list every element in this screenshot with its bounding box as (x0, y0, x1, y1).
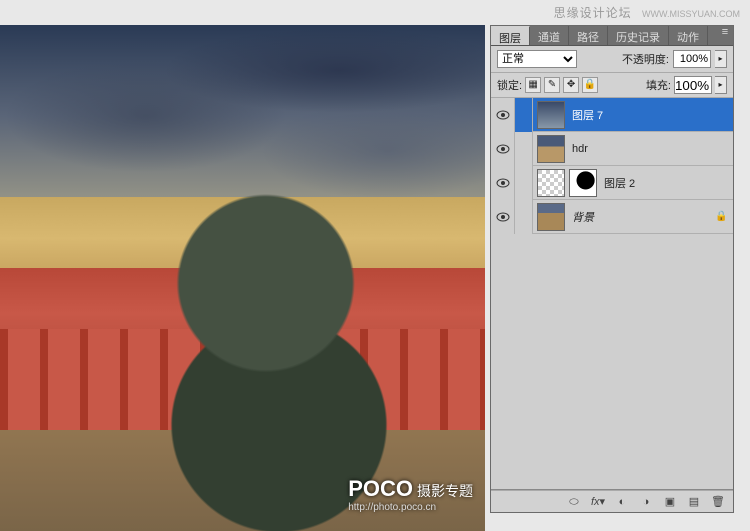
poco-watermark: POCO摄影专题 http://photo.poco.cn (348, 476, 473, 513)
link-layers-icon[interactable]: ⬭ (563, 493, 585, 511)
layer-thumbnail[interactable] (537, 203, 565, 231)
eye-icon (496, 144, 510, 154)
blend-opacity-row: 正常 不透明度: ▸ (491, 46, 733, 73)
layer-thumbnail[interactable] (537, 135, 565, 163)
layers-panel: 图层 通道 路径 历史记录 动作 ≡ 正常 不透明度: ▸ 锁定: ▦ ✎ ✥ … (490, 25, 734, 513)
visibility-toggle[interactable] (491, 166, 515, 200)
blend-mode-select[interactable]: 正常 (497, 50, 577, 68)
tab-channels[interactable]: 通道 (530, 26, 569, 45)
group-icon[interactable]: ▣ (659, 493, 681, 511)
layer-mask-thumbnail[interactable] (569, 169, 597, 197)
layer-name[interactable]: 图层 2 (601, 175, 727, 191)
lock-fill-row: 锁定: ▦ ✎ ✥ 🔒 填充: ▸ (491, 73, 733, 98)
eye-icon (496, 110, 510, 120)
link-cell[interactable] (515, 166, 533, 200)
visibility-toggle[interactable] (491, 200, 515, 234)
layer-name[interactable]: 图层 7 (569, 107, 727, 123)
fill-stepper[interactable]: ▸ (715, 76, 727, 94)
lock-transparent-icon[interactable]: ▦ (525, 77, 541, 93)
opacity-stepper[interactable]: ▸ (715, 50, 727, 68)
layer-row[interactable]: 背景 🔒 (491, 200, 733, 234)
lock-pixels-icon[interactable]: ✎ (544, 77, 560, 93)
lock-all-icon[interactable]: 🔒 (582, 77, 598, 93)
layer-thumbnail[interactable] (537, 169, 565, 197)
link-cell[interactable] (515, 98, 533, 132)
opacity-input[interactable] (673, 50, 711, 68)
document-canvas[interactable]: POCO摄影专题 http://photo.poco.cn (0, 25, 485, 531)
site-watermark: 思缘设计论坛 WWW.MISSYUAN.COM (554, 4, 740, 21)
panel-menu-icon[interactable]: ≡ (717, 26, 733, 45)
panel-footer: ⬭ fx▾ ◐ ◑ ▣ ▤ 🗑 (491, 490, 733, 512)
link-cell[interactable] (515, 132, 533, 166)
new-layer-icon[interactable]: ▤ (683, 493, 705, 511)
layer-name[interactable]: 背景 (569, 209, 715, 225)
visibility-toggle[interactable] (491, 98, 515, 132)
add-mask-icon[interactable]: ◐ (611, 493, 633, 511)
eye-icon (496, 178, 510, 188)
adjustment-layer-icon[interactable]: ◑ (635, 493, 657, 511)
fx-icon[interactable]: fx▾ (587, 493, 609, 511)
lock-position-icon[interactable]: ✥ (563, 77, 579, 93)
lock-label: 锁定: (497, 77, 522, 93)
eye-icon (496, 212, 510, 222)
layer-row[interactable]: 图层 7 (491, 98, 733, 132)
layer-row[interactable]: 图层 2 (491, 166, 733, 200)
tab-actions[interactable]: 动作 (669, 26, 708, 45)
lock-icon: 🔒 (715, 211, 727, 222)
visibility-toggle[interactable] (491, 132, 515, 166)
fill-label: 填充: (646, 77, 671, 93)
opacity-label: 不透明度: (622, 51, 669, 67)
tab-history[interactable]: 历史记录 (608, 26, 669, 45)
layers-list: 图层 7 hdr 图层 2 背景 🔒 (491, 98, 733, 490)
panel-tab-bar: 图层 通道 路径 历史记录 动作 ≡ (491, 26, 733, 46)
tab-layers[interactable]: 图层 (491, 26, 530, 45)
fill-input[interactable] (674, 76, 712, 94)
layer-thumbnail[interactable] (537, 101, 565, 129)
trash-icon[interactable]: 🗑 (707, 493, 729, 511)
link-cell[interactable] (515, 200, 533, 234)
tab-paths[interactable]: 路径 (569, 26, 608, 45)
layer-name[interactable]: hdr (569, 143, 727, 155)
layer-row[interactable]: hdr (491, 132, 733, 166)
